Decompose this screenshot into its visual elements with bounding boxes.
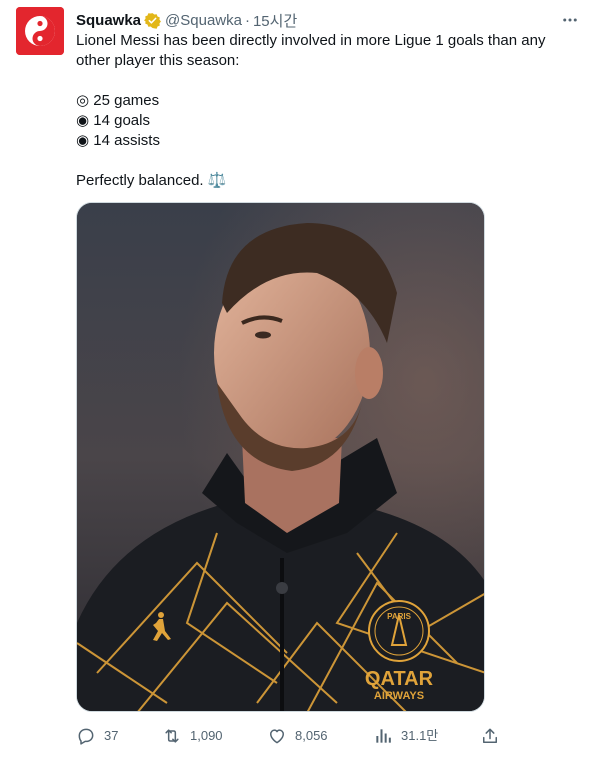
player-photo-illustration: PARIS QATAR AIRWAYS <box>77 203 484 711</box>
more-button[interactable] <box>560 10 580 30</box>
reply-count: 37 <box>104 728 119 743</box>
like-button[interactable]: 8,056 <box>267 724 328 748</box>
handle[interactable]: @Squawka <box>165 12 242 29</box>
retweet-button[interactable]: 1,090 <box>162 724 223 748</box>
tweet-card[interactable]: Squawka @Squawka · 15시간 Lionel Messi has… <box>0 0 598 759</box>
avatar[interactable] <box>16 7 64 55</box>
retweet-count: 1,090 <box>190 728 223 743</box>
squawka-logo-icon <box>16 7 64 55</box>
timestamp[interactable]: 15시간 <box>253 10 297 31</box>
like-count: 8,056 <box>295 728 328 743</box>
tweet-actions: 37 1,090 8,056 31.1만 <box>76 724 506 748</box>
tweet-text-intro: Lionel Messi has been directly involved … <box>76 32 546 69</box>
more-icon <box>563 18 577 22</box>
reply-button[interactable]: 37 <box>76 724 118 748</box>
reply-icon <box>78 728 94 745</box>
heart-icon <box>270 729 284 744</box>
display-name[interactable]: Squawka <box>76 12 141 29</box>
views-icon <box>376 729 391 743</box>
tweet-header: Squawka @Squawka · 15시간 <box>76 10 297 30</box>
separator-dot: · <box>244 11 250 29</box>
sponsor-subtext: AIRWAYS <box>374 690 424 702</box>
sponsor-text: QATAR <box>365 668 434 690</box>
retweet-icon <box>165 729 179 743</box>
views-button[interactable]: 31.1만 <box>373 724 438 748</box>
verified-badge-icon <box>144 12 161 29</box>
views-count: 31.1만 <box>401 728 439 743</box>
tweet-text: Lionel Messi has been directly involved … <box>76 31 566 191</box>
stat-assists: ◉ 14 assists <box>76 132 160 149</box>
stat-games: ◎ 25 games <box>76 92 160 109</box>
tweet-text-closing: Perfectly balanced. ⚖️ <box>76 172 227 189</box>
tweet-photo[interactable]: PARIS QATAR AIRWAYS <box>76 202 485 712</box>
share-button[interactable] <box>480 724 508 748</box>
stat-goals: ◉ 14 goals <box>76 112 150 129</box>
share-icon <box>483 728 497 743</box>
crest-text: PARIS <box>387 612 412 621</box>
